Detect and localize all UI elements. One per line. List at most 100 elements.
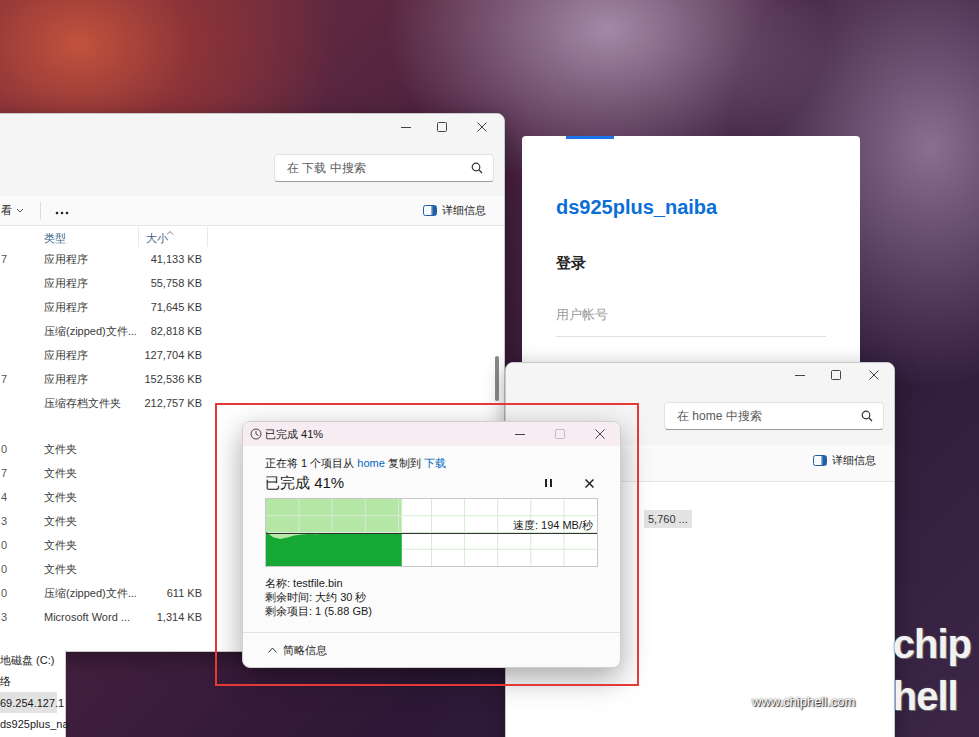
minimize-icon (795, 370, 805, 380)
date-cell: 0 (0, 443, 7, 455)
size-cell: 152,536 KB (139, 373, 208, 385)
maximize-icon (832, 371, 841, 380)
title-bar (506, 363, 894, 387)
folder-link[interactable]: 下载 (424, 457, 446, 469)
search-icon (869, 418, 872, 421)
details-pane-icon (423, 205, 437, 216)
more-icon (61, 211, 64, 214)
maximize-icon (438, 123, 447, 132)
cancel-button[interactable] (581, 475, 597, 491)
search-input[interactable] (677, 409, 861, 423)
maximize-icon (555, 429, 565, 439)
details-button[interactable]: 详细信息 (813, 453, 876, 468)
maximize-button[interactable] (818, 363, 854, 387)
date-cell: 7 (0, 373, 7, 385)
file-row[interactable]: 压缩(zipped)文件...82,818 KB (0, 319, 504, 343)
folder-link[interactable]: home (357, 457, 385, 469)
close-button[interactable] (460, 114, 504, 140)
description-text: 复制到 (385, 457, 424, 469)
file-row[interactable]: 7 应用程序41,133 KB (0, 247, 504, 271)
scrollbar-thumb[interactable] (495, 356, 499, 401)
date-cell: 7 (0, 467, 7, 479)
chevron-up-icon (269, 648, 277, 653)
clock-icon (256, 431, 259, 436)
close-button[interactable] (580, 422, 620, 446)
close-button[interactable] (854, 363, 894, 387)
username-field[interactable] (556, 299, 826, 337)
date-cell: 0 (0, 563, 7, 575)
size-cell: 55,758 KB (139, 277, 208, 289)
cancel-icon (585, 479, 594, 488)
column-label: 类型 (44, 231, 66, 246)
title-bar (0, 114, 504, 140)
progress-heading-text: 已完成 41% (265, 474, 540, 493)
grid-line (266, 532, 597, 533)
search-icon (862, 411, 870, 419)
nav-item[interactable]: 络 (0, 671, 57, 692)
type-cell: 文件夹 (44, 490, 139, 505)
cancel-icon (585, 479, 593, 487)
nav-item[interactable]: 地磁盘 (C:) (0, 650, 57, 671)
minimize-button[interactable] (388, 114, 424, 140)
toolbar: 看 详细信息 (0, 196, 504, 226)
file-row[interactable]: 应用程序71,645 KB (0, 295, 504, 319)
pause-button[interactable] (540, 475, 556, 491)
fewer-details-button[interactable]: 简略信息 (243, 632, 620, 667)
column-header-cell[interactable]: 类型 (44, 227, 139, 247)
type-cell: 压缩(zipped)文件... (44, 586, 139, 601)
more-button[interactable] (55, 205, 69, 217)
more-icon (55, 211, 69, 215)
chevron-up-icon (268, 647, 277, 653)
date-cell: 7 (0, 253, 7, 265)
nav-item[interactable]: 69.254.127.1 (0, 692, 57, 713)
window-controls (500, 422, 620, 446)
file-row[interactable]: 7应用程序152,536 KB (0, 367, 504, 391)
type-cell: 应用程序 (44, 300, 139, 315)
details-button[interactable]: 详细信息 (423, 203, 486, 218)
speed-area (266, 532, 402, 566)
desktop: 看详细信息类型大小7应用程序41,133 KB应用程序55,758 KB应用程序… (0, 0, 979, 737)
column-label: 大小 (146, 231, 168, 246)
minimize-button[interactable] (782, 363, 818, 387)
size-cell: 611 KB (139, 587, 208, 599)
details-pane-icon (433, 206, 437, 215)
search-input[interactable] (287, 161, 471, 175)
size-cell: 82,818 KB (139, 325, 208, 337)
close-icon (478, 123, 487, 132)
clock-icon (251, 429, 261, 439)
view-button[interactable]: 看 (1, 203, 24, 218)
nav-item[interactable]: ds925plus_na (0, 713, 57, 734)
minimize-icon (401, 127, 411, 128)
date-cell: 3 (0, 611, 7, 623)
type-cell: 文件夹 (44, 442, 139, 457)
search-icon (471, 162, 483, 174)
type-cell: 压缩存档文件夹 (44, 396, 139, 411)
current-speed-line (266, 533, 597, 534)
type-cell: 文件夹 (44, 562, 139, 577)
minimize-icon (795, 375, 805, 376)
watermark-logo-text: hell (893, 670, 958, 722)
username-input[interactable] (556, 307, 826, 323)
details-label: 详细信息 (442, 203, 486, 218)
dialog-title-bar: 已完成 41% (243, 422, 620, 446)
column-header-cell[interactable]: 大小 (139, 227, 208, 247)
size-cell: 41,133 KB (139, 253, 208, 265)
window-controls (782, 363, 894, 387)
file-row[interactable]: 应用程序55,758 KB (0, 271, 504, 295)
accent-bar (566, 136, 614, 139)
pause-icon (545, 479, 552, 487)
close-icon (478, 123, 487, 132)
chevron-down-icon (16, 208, 24, 213)
clock-icon (250, 428, 262, 440)
maximize-button[interactable] (424, 114, 460, 140)
type-cell: 应用程序 (44, 348, 139, 363)
type-cell: 应用程序 (44, 252, 139, 267)
file-item[interactable]: 5,760 ... (644, 510, 692, 528)
header-date (0, 227, 7, 247)
size-cell: 1,314 KB (139, 611, 208, 623)
transfer-details: 名称: testfile.bin剩余时间: 大约 30 秒剩余项目: 1 (5.… (265, 576, 597, 618)
search-box[interactable] (664, 402, 884, 430)
minimize-button[interactable] (500, 422, 540, 446)
search-box[interactable] (274, 154, 494, 182)
file-row[interactable]: 应用程序127,704 KB (0, 343, 504, 367)
